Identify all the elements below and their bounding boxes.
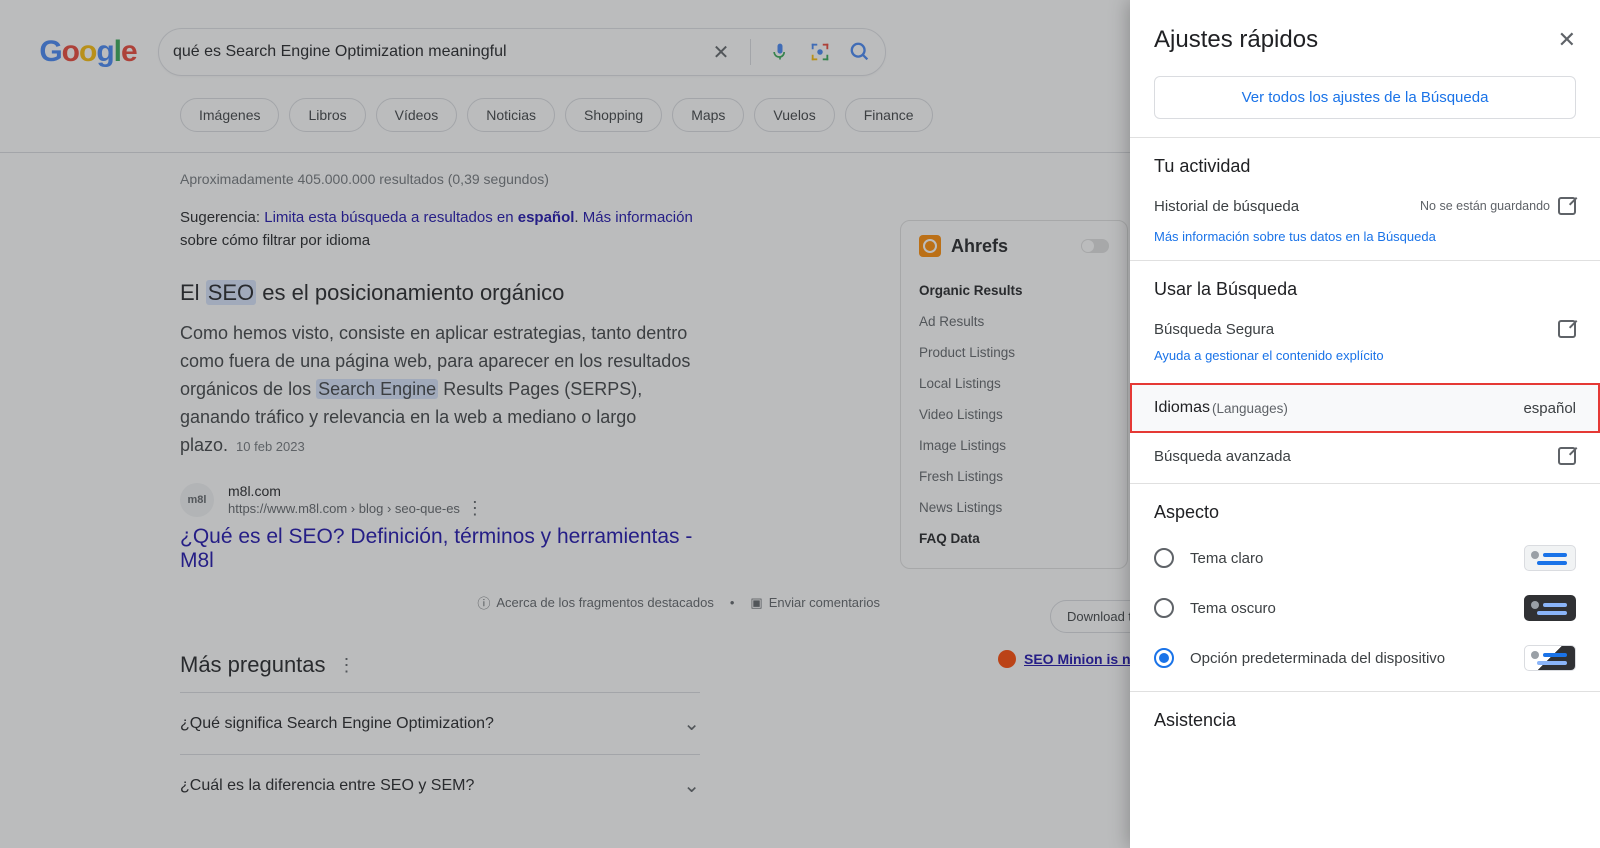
theme-dark-row[interactable]: Tema oscuro bbox=[1130, 583, 1600, 633]
advanced-search-row[interactable]: Búsqueda avanzada bbox=[1130, 437, 1600, 475]
theme-light-thumb bbox=[1524, 545, 1576, 571]
radio-checked-icon[interactable] bbox=[1154, 648, 1174, 668]
close-icon[interactable]: ✕ bbox=[1558, 27, 1576, 53]
assistance-section-title: Asistencia bbox=[1130, 692, 1600, 741]
safesearch-info-link[interactable]: Ayuda a gestionar el contenido explícito bbox=[1130, 348, 1600, 379]
language-value: español bbox=[1523, 400, 1576, 417]
external-link-icon bbox=[1558, 320, 1576, 338]
external-link-icon bbox=[1558, 197, 1576, 215]
all-settings-button[interactable]: Ver todos los ajustes de la Búsqueda bbox=[1154, 76, 1576, 119]
activity-info-link[interactable]: Más información sobre tus datos en la Bú… bbox=[1130, 225, 1600, 260]
radio-unchecked-icon[interactable] bbox=[1154, 548, 1174, 568]
search-history-row[interactable]: Historial de búsqueda No se están guarda… bbox=[1130, 187, 1600, 225]
theme-device-row[interactable]: Opción predeterminada del dispositivo bbox=[1130, 633, 1600, 683]
safesearch-row[interactable]: Búsqueda Segura bbox=[1130, 310, 1600, 348]
theme-light-row[interactable]: Tema claro bbox=[1130, 533, 1600, 583]
radio-unchecked-icon[interactable] bbox=[1154, 598, 1174, 618]
external-link-icon bbox=[1558, 447, 1576, 465]
use-search-section-title: Usar la Búsqueda bbox=[1130, 261, 1600, 310]
activity-section-title: Tu actividad bbox=[1130, 138, 1600, 187]
appearance-section-title: Aspecto bbox=[1130, 484, 1600, 533]
theme-dark-thumb bbox=[1524, 595, 1576, 621]
quick-settings-panel: Ajustes rápidos ✕ Ver todos los ajustes … bbox=[1130, 0, 1600, 848]
languages-row[interactable]: Idiomas(Languages) español bbox=[1130, 383, 1600, 433]
panel-title: Ajustes rápidos bbox=[1154, 26, 1318, 54]
theme-device-thumb bbox=[1524, 645, 1576, 671]
